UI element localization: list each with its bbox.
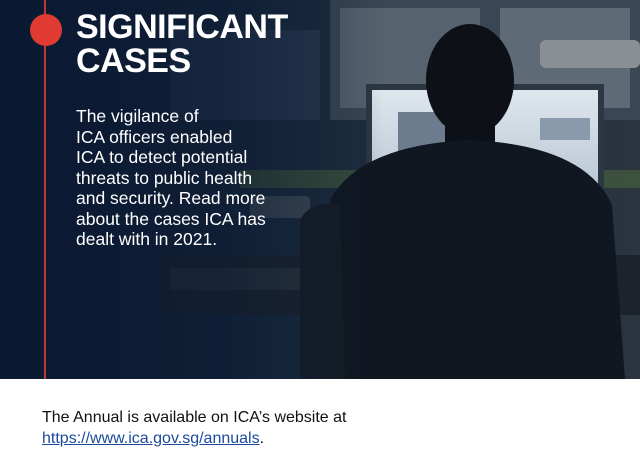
description-line: The vigilance of bbox=[76, 106, 199, 126]
accent-line bbox=[44, 0, 46, 379]
description-line: dealt with in 2021. bbox=[76, 229, 218, 249]
description-line: about the cases ICA has bbox=[76, 208, 266, 229]
footer-text: The Annual is available on ICA’s website… bbox=[42, 407, 346, 449]
footer: The Annual is available on ICA’s website… bbox=[0, 379, 640, 451]
description-line: threats to public health bbox=[76, 167, 253, 188]
annuals-link[interactable]: https://www.ica.gov.sg/annuals bbox=[42, 430, 260, 447]
description-line: and security. Read more bbox=[76, 188, 266, 208]
footer-link-line: https://www.ica.gov.sg/annuals. bbox=[42, 428, 346, 449]
link-suffix: . bbox=[259, 430, 265, 447]
title-line: SIGNIFICANT bbox=[76, 8, 288, 46]
title-line: CASES bbox=[76, 42, 191, 80]
footer-line: The Annual is available on ICA’s website… bbox=[42, 409, 347, 426]
banner-description: The vigilance of ICA officers enabled IC… bbox=[76, 106, 266, 250]
significant-cases-banner: SIGNIFICANT CASES The vigilance of ICA o… bbox=[0, 0, 640, 379]
description-line: ICA to detect potential bbox=[76, 147, 248, 167]
accent-dot bbox=[30, 14, 62, 46]
banner-title: SIGNIFICANT CASES bbox=[76, 10, 288, 78]
description-line: ICA officers enabled bbox=[76, 126, 233, 147]
